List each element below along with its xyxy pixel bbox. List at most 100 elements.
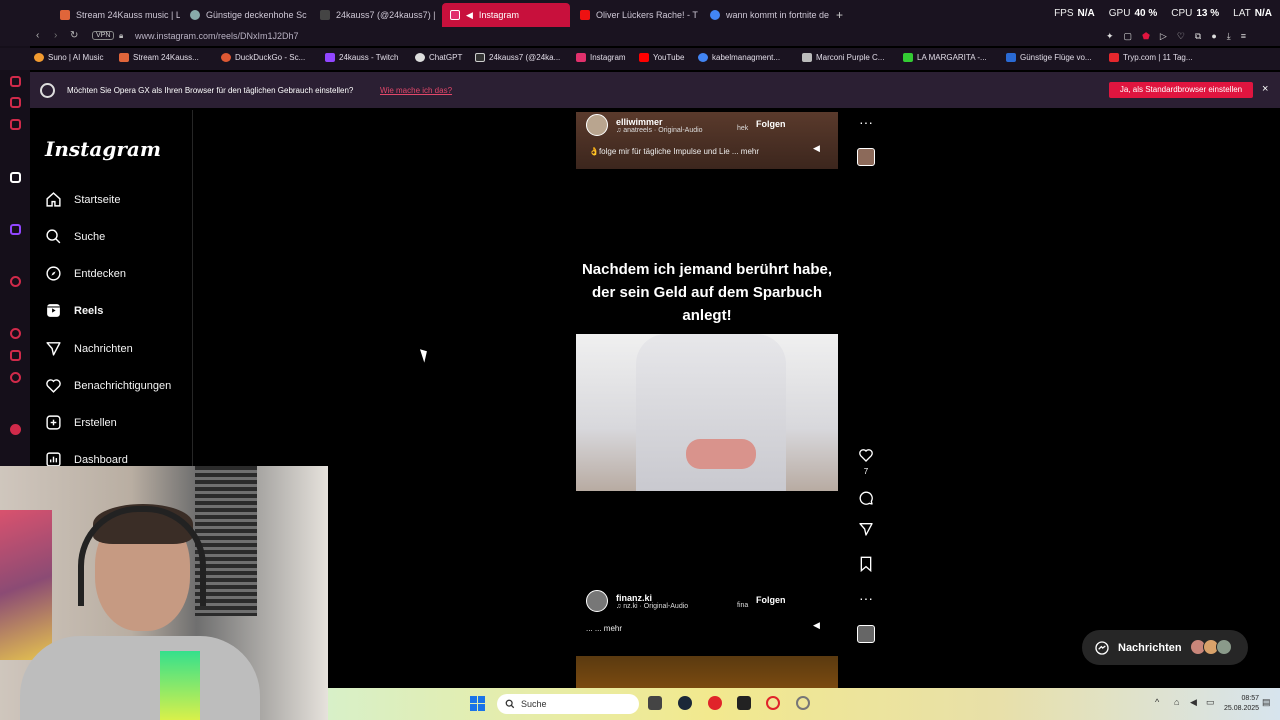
- sidebar-icon[interactable]: [10, 97, 21, 108]
- bookmark[interactable]: Günstige Flüge vo...: [1006, 53, 1092, 62]
- sidebar-icon[interactable]: [10, 76, 21, 87]
- reels-icon: [47, 304, 60, 317]
- taskbar-search[interactable]: Suche: [497, 694, 639, 714]
- close-icon[interactable]: ×: [1262, 83, 1268, 95]
- audio-label[interactable]: ♫ anatreels · Original-Audio: [616, 127, 703, 134]
- bookmark[interactable]: Instagram: [576, 53, 626, 62]
- reel-caption[interactable]: ... ... mehr: [586, 624, 622, 633]
- more-icon[interactable]: ···: [858, 590, 874, 606]
- username[interactable]: elliwimmer: [616, 117, 703, 127]
- reload-icon[interactable]: ↻: [70, 30, 78, 41]
- forward-icon[interactable]: ›: [54, 30, 57, 41]
- opera-gx-icon[interactable]: [766, 696, 780, 710]
- settings-icon[interactable]: [10, 372, 21, 383]
- heart-icon[interactable]: ♡: [1177, 31, 1185, 42]
- save-icon[interactable]: [858, 556, 874, 572]
- bookmark[interactable]: ChatGPT: [415, 53, 462, 62]
- windows-start-icon[interactable]: [470, 696, 485, 711]
- follow-button[interactable]: Folgen: [750, 116, 792, 132]
- send-icon: [859, 523, 873, 536]
- speaker-icon[interactable]: ◀: [466, 10, 473, 21]
- snapshot-icon[interactable]: ▢: [1124, 31, 1133, 42]
- tab[interactable]: Stream 24Kauss music | L: [52, 3, 180, 27]
- app-icon[interactable]: [796, 696, 810, 710]
- taskbar-clock[interactable]: 08:57 25.08.2025: [1224, 694, 1259, 714]
- network-icon[interactable]: ⌂: [1174, 697, 1179, 707]
- url-field[interactable]: www.instagram.com/reels/DNxIm1J2Dh7: [135, 31, 299, 41]
- reel-author[interactable]: finanz.ki ♫ nz.ki · Original-Audio: [586, 590, 688, 612]
- bookmark[interactable]: 24kauss - Twitch: [325, 53, 398, 62]
- share-icon[interactable]: [858, 521, 874, 537]
- sidebar-icon[interactable]: [10, 276, 21, 287]
- profile-icon[interactable]: ●: [1211, 31, 1216, 42]
- puzzle-icon[interactable]: ⧉: [1195, 31, 1201, 42]
- tab[interactable]: Günstige deckenhohe Sc: [182, 3, 310, 27]
- steam-icon[interactable]: [678, 696, 692, 710]
- sound-icon[interactable]: ◀︎: [813, 620, 820, 631]
- tray-chevron-icon[interactable]: ^: [1155, 697, 1159, 707]
- tab[interactable]: 24kauss7 (@24kauss7) |: [312, 3, 440, 27]
- sound-icon[interactable]: ◀︎: [813, 143, 820, 154]
- back-icon[interactable]: ‹: [36, 30, 39, 41]
- nav-home[interactable]: Startseite: [45, 191, 120, 208]
- set-default-browser-button[interactable]: Ja, als Standardbrowser einstellen: [1109, 82, 1253, 98]
- bookmark[interactable]: YouTube: [639, 53, 684, 62]
- clock-icon[interactable]: [10, 328, 21, 339]
- nav-search[interactable]: Suche: [45, 228, 105, 245]
- messages-pill[interactable]: Nachrichten: [1082, 630, 1248, 665]
- bookmark[interactable]: 24kauss7 (@24ka...: [475, 53, 560, 62]
- nav-messages[interactable]: Nachrichten: [45, 340, 133, 357]
- reel-video-next[interactable]: [576, 656, 838, 688]
- tab-favicon: [710, 10, 720, 20]
- notification-icon[interactable]: ▤: [1262, 697, 1271, 708]
- bookmark[interactable]: DuckDuckGo - Sc...: [221, 53, 305, 62]
- tab-active[interactable]: ◀ Instagram: [442, 3, 570, 27]
- more-icon[interactable]: ···: [858, 114, 874, 130]
- sidebar-icon[interactable]: [10, 350, 21, 361]
- banner-text: Möchten Sie Opera GX als Ihren Browser f…: [67, 86, 354, 95]
- nav-reels[interactable]: Reels: [45, 302, 103, 319]
- banner-help-link[interactable]: Wie mache ich das?: [380, 86, 452, 95]
- vpn-badge[interactable]: VPN: [92, 31, 115, 40]
- bookmark[interactable]: Marconi Purple C...: [802, 53, 884, 62]
- follow-button[interactable]: Folgen: [750, 592, 792, 608]
- reel-caption[interactable]: 👌folge mir für tägliche Impulse und Lie …: [589, 147, 759, 156]
- username[interactable]: finanz.ki: [616, 593, 688, 603]
- audio-thumbnail[interactable]: [857, 625, 875, 643]
- extension-icon[interactable]: ✦: [1106, 31, 1114, 42]
- instagram-logo[interactable]: Instagram: [45, 137, 161, 161]
- new-tab-plus-icon[interactable]: +: [836, 8, 843, 22]
- epic-games-icon[interactable]: [737, 696, 751, 710]
- avatar[interactable]: [586, 590, 608, 612]
- menu-icon[interactable]: ≡: [1241, 31, 1246, 42]
- tab[interactable]: Oliver Lückers Rache! - T: [572, 3, 700, 27]
- audio-label[interactable]: ♫ nz.ki · Original-Audio: [616, 603, 688, 610]
- sidebar-icon[interactable]: [10, 119, 21, 130]
- reel-author[interactable]: elliwimmer ♫ anatreels · Original-Audio: [586, 114, 703, 136]
- volume-icon[interactable]: ◀: [1190, 697, 1197, 708]
- bookmark[interactable]: kabelmanagment...: [698, 53, 780, 62]
- bookmark[interactable]: LA MARGARITA -...: [903, 53, 987, 62]
- bookmark[interactable]: Tryp.com | 11 Tag...: [1109, 53, 1193, 62]
- shield-icon[interactable]: ⬟: [1142, 31, 1150, 42]
- nav-create[interactable]: Erstellen: [45, 414, 117, 431]
- app-icon[interactable]: [708, 696, 722, 710]
- nav-notifications[interactable]: Benachrichtigungen: [45, 377, 171, 394]
- avatar[interactable]: [586, 114, 608, 136]
- bookmark[interactable]: Stream 24Kauss...: [119, 53, 199, 62]
- tab[interactable]: wann kommt in fortnite de: [702, 3, 830, 27]
- nav-explore[interactable]: Entdecken: [45, 265, 126, 282]
- reel-video[interactable]: [576, 334, 838, 491]
- battery-icon[interactable]: ▭: [1206, 697, 1215, 708]
- bookmark[interactable]: Suno | AI Music: [34, 53, 103, 62]
- task-view-icon[interactable]: [648, 696, 662, 710]
- audio-thumbnail[interactable]: [857, 148, 875, 166]
- windows-logo-pane: [478, 704, 485, 711]
- sidebar-icon[interactable]: [10, 172, 21, 183]
- play-icon[interactable]: ▷: [1160, 31, 1167, 42]
- twitch-icon[interactable]: [10, 224, 21, 235]
- download-icon[interactable]: ⤓: [1227, 31, 1231, 42]
- sidebar-icon[interactable]: [10, 424, 21, 435]
- comment-icon[interactable]: [858, 490, 874, 506]
- like-icon[interactable]: [858, 447, 874, 463]
